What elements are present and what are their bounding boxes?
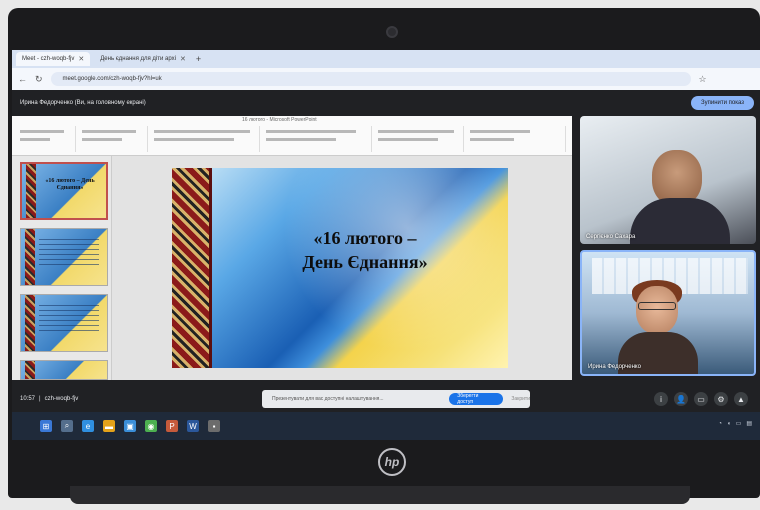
participant-tile[interactable]: Сергієнко Сахара (580, 116, 756, 244)
meeting-time: 10:57 (20, 396, 36, 402)
search-icon[interactable]: ⌕ (61, 420, 73, 432)
meet-window: Ирина Федорченко (Ви, на головному екран… (12, 90, 760, 440)
chrome-icon[interactable]: ◉ (145, 420, 157, 432)
powerpoint-window: 16 лютого - Microsoft PowerPoint «16 лют… (12, 116, 572, 380)
lock-icon[interactable]: ▲ (734, 392, 748, 406)
folder-icon[interactable]: ▬ (103, 420, 115, 432)
bookmark-star-icon[interactable]: ☆ (699, 74, 707, 85)
embroidery-ornament (172, 168, 212, 368)
ribbon-group-paragraph[interactable] (262, 126, 372, 152)
system-tray: ◔ ◖ ▭ ▤ (718, 420, 752, 428)
notifications-icon[interactable]: ▤ (746, 420, 752, 427)
slide-thumbnail-4[interactable] (20, 360, 108, 380)
volume-icon[interactable]: ◖ (727, 421, 731, 427)
url-field[interactable]: meet.google.com/czh-woqb-fjv?hl=uk (50, 72, 691, 86)
chat-icon[interactable]: ▭ (694, 392, 708, 406)
laptop-hinge (70, 486, 690, 504)
reload-icon[interactable]: ↻ (35, 74, 43, 85)
windows-taskbar: ⊞ ⌕ e ▬ ▣ ◉ P W ▪ (12, 412, 760, 440)
close-icon[interactable]: ✕ (180, 55, 186, 63)
browser-tabbar: Meet - czh-woqb-fjv ✕ День єднання для д… (12, 50, 760, 68)
toast-action-button[interactable]: Зберегти доступ (449, 393, 504, 405)
start-icon[interactable]: ⊞ (40, 420, 52, 432)
ribbon-group-clipboard[interactable] (16, 126, 76, 152)
ribbon-group-editing[interactable] (466, 126, 566, 152)
slide-title: «16 лютого – День Єднання» (232, 226, 498, 275)
thumbnail-text: «16 лютого – День Єднання» (45, 178, 95, 191)
app-icon[interactable]: ▪ (208, 420, 220, 432)
tab-label: День єднання для діти архі (100, 56, 176, 62)
presenting-bar: Ирина Федорченко (Ви, на головному екран… (12, 90, 760, 116)
ribbon: 16 лютого - Microsoft PowerPoint (12, 116, 572, 156)
hp-logo: hp (378, 448, 406, 476)
people-icon[interactable]: 👤 (674, 392, 688, 406)
new-tab-button[interactable]: + (196, 54, 201, 64)
slide-thumbnails-pane: «16 лютого – День Єднання» (12, 156, 112, 380)
stop-presenting-button[interactable]: Зупинити показ (690, 96, 754, 110)
current-slide[interactable]: «16 лютого – День Єднання» (172, 168, 508, 368)
ribbon-group-drawing[interactable] (374, 126, 464, 152)
address-bar: ← ↻ meet.google.com/czh-woqb-fjv?hl=uk ☆ (12, 68, 760, 90)
activities-icon[interactable]: ⚙ (714, 392, 728, 406)
info-icon[interactable]: i (654, 392, 668, 406)
store-icon[interactable]: ▣ (124, 420, 136, 432)
presenting-text: Ирина Федорченко (Ви, на головному екран… (20, 100, 146, 106)
slide-thumbnail-1[interactable]: «16 лютого – День Єднання» (20, 162, 108, 220)
edge-icon[interactable]: e (82, 420, 94, 432)
webcam (386, 26, 398, 38)
screen: Meet - czh-woqb-fjv ✕ День єднання для д… (12, 50, 760, 440)
notification-toast: Презентувати для вас доступні налаштуван… (262, 390, 530, 408)
slide-title-line-2: День Єднання» (302, 252, 428, 273)
toast-text: Презентувати для вас доступні налаштуван… (272, 396, 384, 402)
network-icon[interactable]: ◔ (718, 421, 722, 427)
slide-title-line-1: «16 лютого – (313, 228, 417, 248)
slide-thumbnail-2[interactable] (20, 228, 108, 286)
laptop: Meet - czh-woqb-fjv ✕ День єднання для д… (0, 0, 760, 510)
participant-name: Сергієнко Сахара (586, 234, 636, 240)
powerpoint-icon[interactable]: P (166, 420, 178, 432)
back-icon[interactable]: ← (18, 74, 27, 84)
participant-name: Ирина Федорченко (588, 364, 641, 370)
battery-icon[interactable]: ▭ (736, 420, 742, 427)
ribbon-group-slides[interactable] (78, 126, 148, 152)
slide-editor: «16 лютого – День Єднання» (112, 156, 572, 380)
ribbon-group-font[interactable] (150, 126, 260, 152)
tab-doc[interactable]: День єднання для діти архі ✕ (94, 52, 192, 66)
slide-thumbnail-3[interactable] (20, 294, 108, 352)
separator: | (39, 396, 41, 402)
meeting-code: czh-woqb-fjv (44, 396, 79, 402)
tab-meet[interactable]: Meet - czh-woqb-fjv ✕ (16, 52, 91, 66)
toast-close-button[interactable]: Закрити (511, 396, 530, 402)
word-icon[interactable]: W (187, 420, 199, 432)
window-title: 16 лютого - Microsoft PowerPoint (242, 117, 317, 123)
participant-tile-self[interactable]: Ирина Федорченко (580, 250, 756, 376)
tab-label: Meet - czh-woqb-fjv (22, 56, 75, 62)
close-icon[interactable]: ✕ (78, 55, 84, 63)
